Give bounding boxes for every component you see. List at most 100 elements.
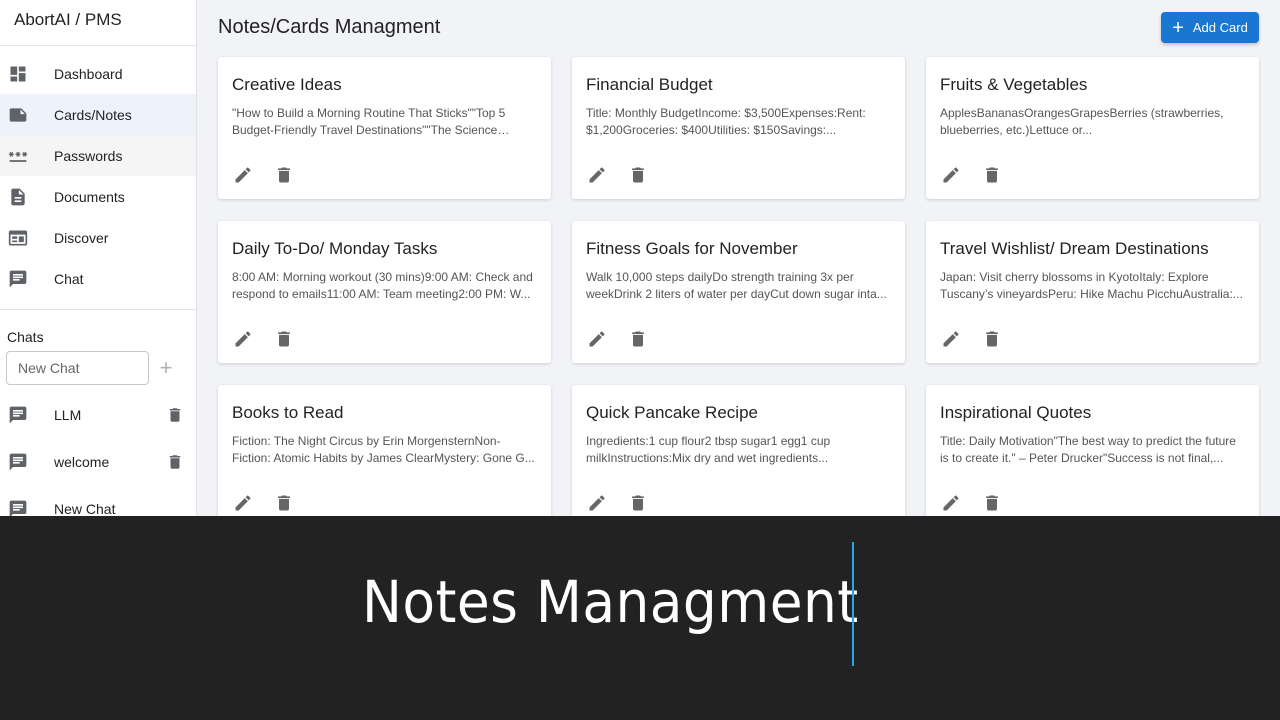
chat-icon [8,452,28,472]
chat-list-item-welcome[interactable]: welcome [0,438,196,485]
note-card[interactable]: Books to Read Fiction: The Night Circus … [218,385,551,516]
card-title: Creative Ideas [232,75,342,94]
app-window: AbortAI / PMS Dashboard Cards/Notes Pass… [0,0,1280,516]
card-body: Fiction: The Night Circus by Erin Morgen… [232,434,535,465]
sidebar: AbortAI / PMS Dashboard Cards/Notes Pass… [0,0,197,516]
note-card[interactable]: Creative Ideas "How to Build a Morning R… [218,57,551,199]
edit-icon[interactable] [233,329,253,349]
chat-icon [8,269,28,289]
note-card[interactable]: Quick Pancake Recipe Ingredients:1 cup f… [572,385,905,516]
edit-icon[interactable] [587,165,607,185]
chat-label: New Chat [54,500,116,517]
sidebar-nav: Dashboard Cards/Notes Passwords Document… [0,46,196,299]
delete-icon[interactable] [628,493,648,513]
note-card[interactable]: Inspirational Quotes Title: Daily Motiva… [926,385,1259,516]
card-body: Title: Monthly BudgetIncome: $3,500Expen… [586,106,866,137]
card-title: Daily To-Do/ Monday Tasks [232,239,438,258]
add-card-label: Add Card [1192,20,1248,35]
note-card[interactable]: Fitness Goals for November Walk 10,000 s… [572,221,905,363]
add-card-button[interactable]: + Add Card [1161,12,1259,43]
sidebar-item-label: Chat [54,270,84,287]
card-actions [587,329,648,349]
card-title: Quick Pancake Recipe [586,403,758,422]
caption-bar: Notes Managment [0,516,1280,720]
sidebar-item-label: Discover [54,229,109,246]
password-icon [8,146,28,166]
card-title: Fitness Goals for November [586,239,798,258]
chat-label: welcome [54,453,110,470]
add-chat-button[interactable]: + [155,355,177,380]
card-body: Japan: Visit cherry blossoms in KyotoIta… [940,270,1243,301]
delete-icon[interactable] [982,329,1002,349]
card-title: Financial Budget [586,75,713,94]
chat-icon [8,499,28,516]
delete-icon[interactable] [628,329,648,349]
main-content: Notes/Cards Managment + Add Card Creativ… [197,0,1280,516]
card-title: Travel Wishlist/ Dream Destinations [940,239,1209,258]
sidebar-item-label: Passwords [54,147,123,164]
chats-heading: Chats [7,329,44,345]
sidebar-item-passwords[interactable]: Passwords [0,135,196,176]
note-card[interactable]: Travel Wishlist/ Dream Destinations Japa… [926,221,1259,363]
chat-label: LLM [54,406,82,423]
note-card[interactable]: Financial Budget Title: Monthly BudgetIn… [572,57,905,199]
card-title: Inspirational Quotes [940,403,1092,422]
note-card[interactable]: Fruits & Vegetables ApplesBananasOranges… [926,57,1259,199]
card-title: Fruits & Vegetables [940,75,1088,94]
app-brand: AbortAI / PMS [0,0,196,46]
card-body: Title: Daily Motivation"The best way to … [940,434,1236,465]
caption-title: Notes Managment [362,568,859,636]
card-body: 8:00 AM: Morning workout (30 mins)9:00 A… [232,270,533,301]
sidebar-item-documents[interactable]: Documents [0,176,196,217]
sidebar-item-cards-notes[interactable]: Cards/Notes [0,94,196,135]
card-body: Walk 10,000 steps dailyDo strength train… [586,270,887,301]
new-chat-input[interactable] [6,351,149,385]
sidebar-item-chat[interactable]: Chat [0,258,196,299]
delete-icon[interactable] [166,405,184,425]
edit-icon[interactable] [941,329,961,349]
new-chat-row: + [6,351,196,385]
card-actions [941,165,1002,185]
edit-icon[interactable] [233,165,253,185]
card-actions [941,493,1002,513]
delete-icon[interactable] [166,452,184,472]
document-icon [8,187,28,207]
page-title: Notes/Cards Managment [218,16,441,38]
chat-icon [8,405,28,425]
card-actions [233,493,294,513]
delete-icon[interactable] [274,493,294,513]
caption-accent-rule [852,542,854,666]
sidebar-item-label: Dashboard [54,65,123,82]
sidebar-item-dashboard[interactable]: Dashboard [0,53,196,94]
card-body: "How to Build a Morning Routine That Sti… [232,106,506,137]
delete-icon[interactable] [982,165,1002,185]
edit-icon[interactable] [941,165,961,185]
discover-icon [8,228,28,248]
edit-icon[interactable] [941,493,961,513]
delete-icon[interactable] [982,493,1002,513]
card-actions [233,165,294,185]
card-body: ApplesBananasOrangesGrapesBerries (straw… [940,106,1224,137]
chat-list-item-new-chat[interactable]: New Chat [0,485,196,516]
note-card[interactable]: Daily To-Do/ Monday Tasks 8:00 AM: Morni… [218,221,551,363]
chat-list-item-llm[interactable]: LLM [0,391,196,438]
edit-icon[interactable] [587,493,607,513]
sidebar-item-label: Documents [54,188,125,205]
card-actions [587,165,648,185]
card-body: Ingredients:1 cup flour2 tbsp sugar1 egg… [586,434,831,465]
sidebar-item-label: Cards/Notes [54,106,132,123]
plus-icon: + [1172,16,1184,39]
edit-icon[interactable] [233,493,253,513]
card-title: Books to Read [232,403,344,422]
delete-icon[interactable] [274,165,294,185]
card-actions [941,329,1002,349]
card-actions [233,329,294,349]
note-icon [8,105,28,125]
card-actions [587,493,648,513]
delete-icon[interactable] [274,329,294,349]
dashboard-icon [8,64,28,84]
cards-grid: Creative Ideas "How to Build a Morning R… [218,57,1259,516]
edit-icon[interactable] [587,329,607,349]
delete-icon[interactable] [628,165,648,185]
sidebar-item-discover[interactable]: Discover [0,217,196,258]
